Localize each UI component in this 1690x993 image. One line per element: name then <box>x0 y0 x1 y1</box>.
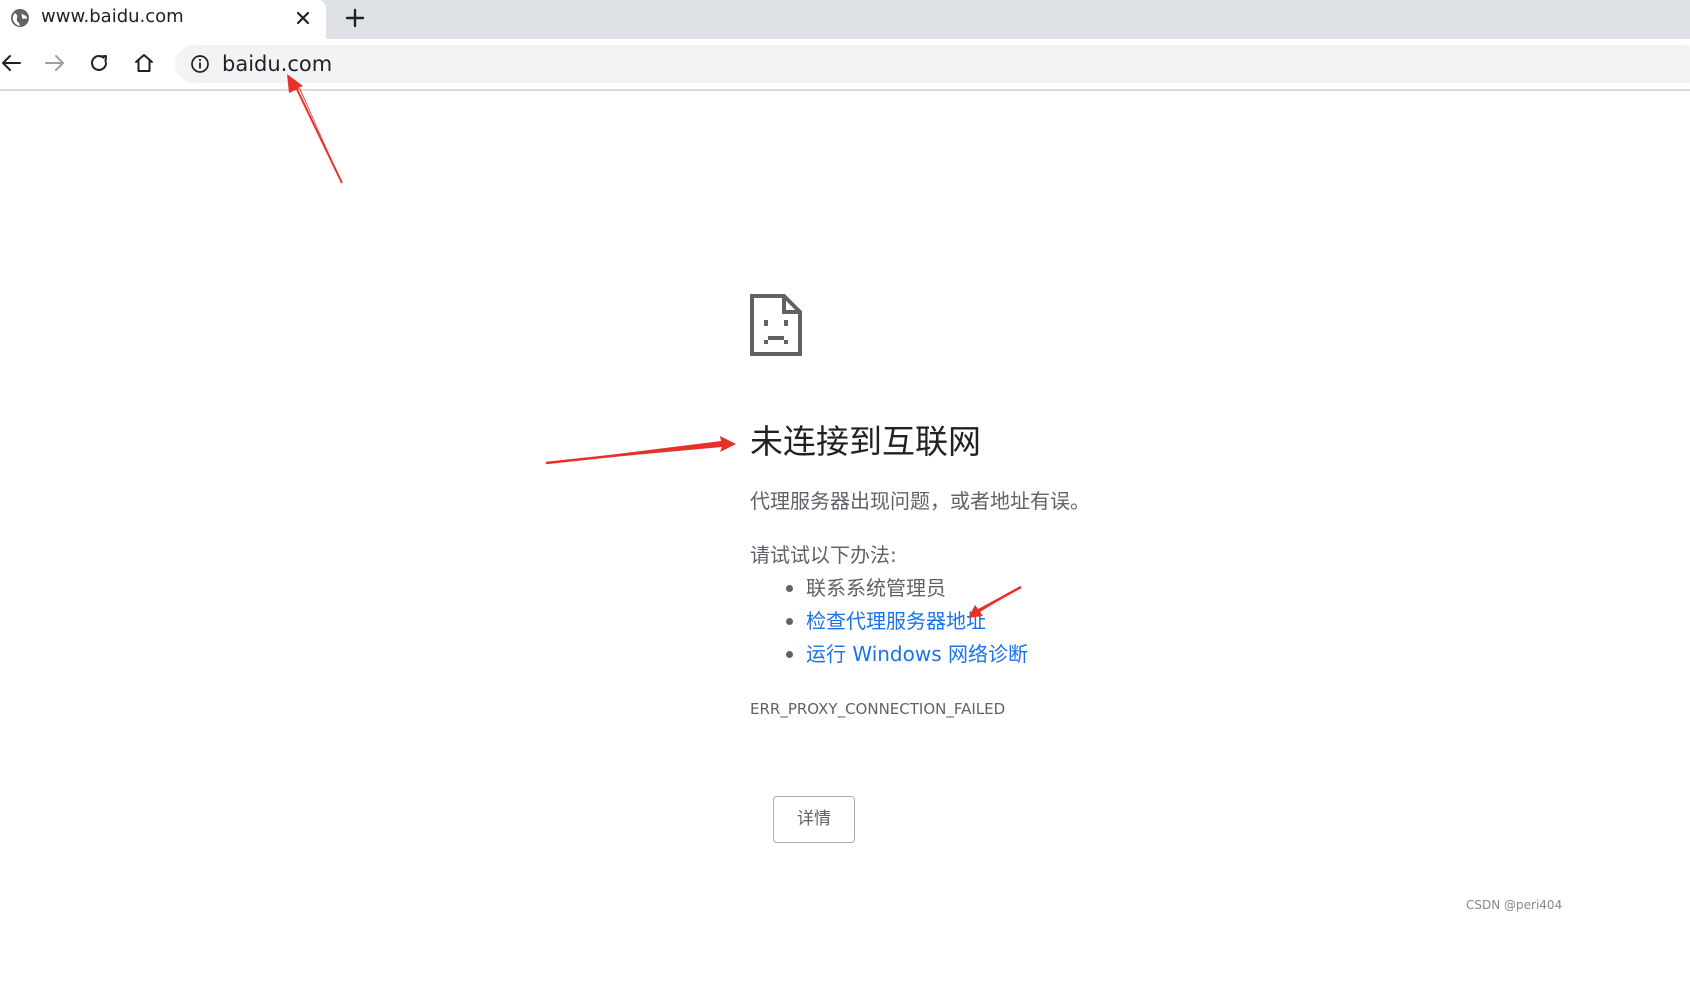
check-proxy-link[interactable]: 检查代理服务器地址 <box>806 609 986 633</box>
info-icon[interactable] <box>190 54 210 74</box>
watermark: CSDN @peri404 <box>1466 898 1563 912</box>
suggestions-list: 联系系统管理员 检查代理服务器地址 运行 Windows 网络诊断 <box>750 573 1028 672</box>
close-icon[interactable] <box>290 5 316 31</box>
bullet-dot <box>786 618 793 625</box>
toolbar: baidu.com <box>0 39 1690 91</box>
reload-icon[interactable] <box>84 48 114 78</box>
suggestions-heading: 请试试以下办法: <box>750 543 897 567</box>
bullet-dot <box>786 585 793 592</box>
annotation-arrow-title <box>545 436 736 465</box>
plus-icon[interactable] <box>340 3 370 33</box>
suggestion-contact-admin: 联系系统管理员 <box>750 573 1028 606</box>
tab-strip: www.baidu.com <box>0 0 1690 39</box>
home-icon[interactable] <box>129 48 159 78</box>
error-description: 代理服务器出现问题，或者地址有误。 <box>750 489 1090 513</box>
suggestion-network-diagnostics[interactable]: 运行 Windows 网络诊断 <box>750 639 1028 672</box>
tab-title: www.baidu.com <box>41 6 184 27</box>
suggestion-label: 联系系统管理员 <box>806 576 946 600</box>
suggestion-check-proxy[interactable]: 检查代理服务器地址 <box>750 606 1028 639</box>
arrow-left-icon[interactable] <box>0 48 26 78</box>
error-code: ERR_PROXY_CONNECTION_FAILED <box>750 700 1006 718</box>
globe-icon <box>9 7 31 29</box>
arrow-right-icon[interactable] <box>40 48 70 78</box>
address-bar[interactable]: baidu.com <box>175 45 1690 83</box>
network-diagnostics-link[interactable]: 运行 Windows 网络诊断 <box>806 642 1028 666</box>
details-button[interactable]: 详情 <box>773 796 855 843</box>
url-text[interactable]: baidu.com <box>222 51 332 77</box>
bullet-dot <box>786 651 793 658</box>
error-title: 未连接到互联网 <box>750 422 981 461</box>
tab-active[interactable]: www.baidu.com <box>0 0 326 39</box>
sad-document-icon <box>750 294 802 356</box>
browser-window: www.baidu.com baidu.com 未连接到互联网 代理服务器出现问… <box>0 0 1690 993</box>
